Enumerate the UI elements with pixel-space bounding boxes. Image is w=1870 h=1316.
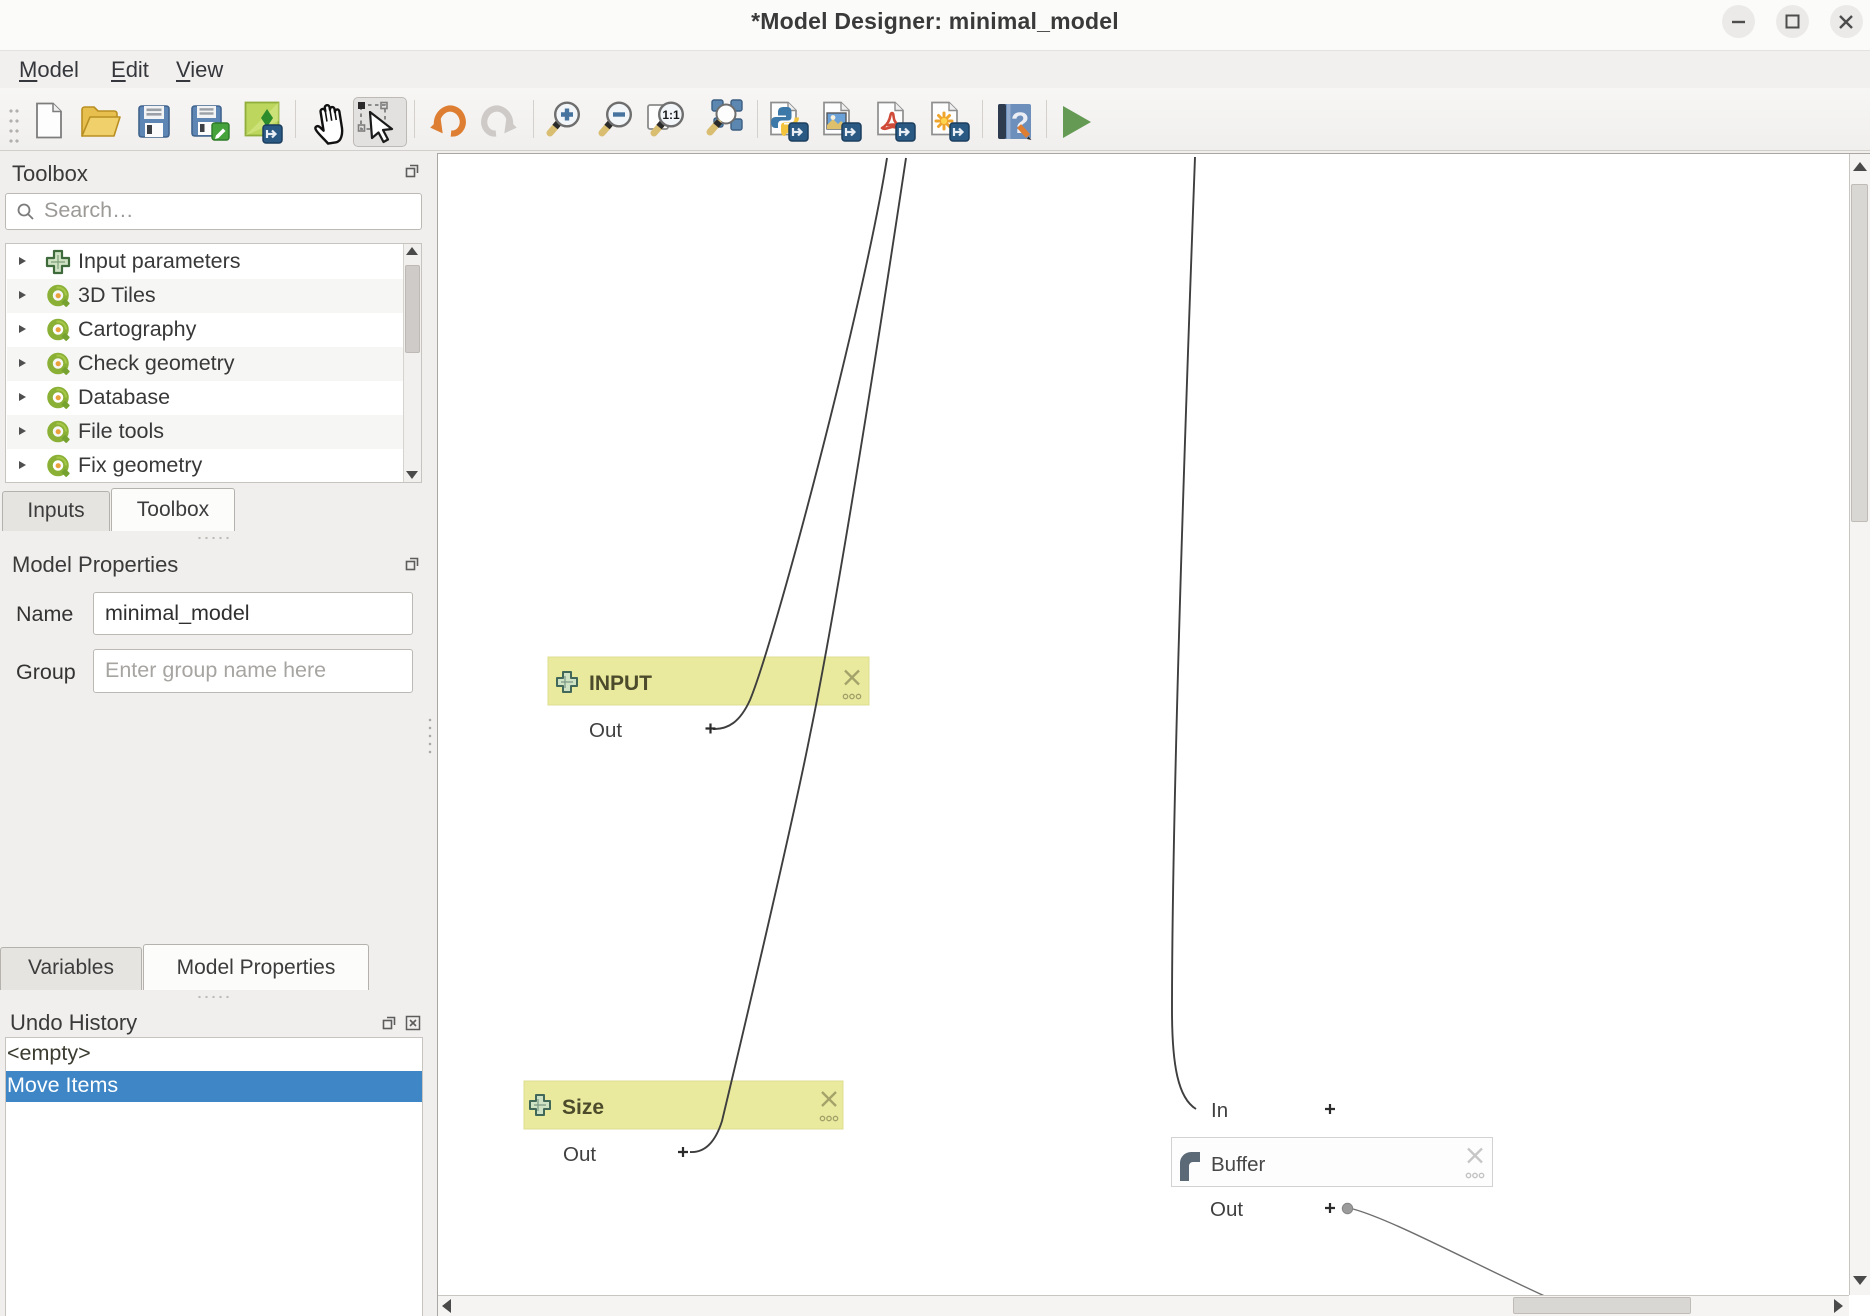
- svg-text:INPUT: INPUT: [589, 672, 652, 695]
- svg-text:1:1: 1:1: [662, 108, 680, 122]
- svg-text:Size: Size: [562, 1096, 604, 1119]
- svg-text:Out: Out: [589, 719, 622, 742]
- svg-text:Buffer: Buffer: [1211, 1153, 1265, 1176]
- svg-text:Out: Out: [1210, 1198, 1243, 1221]
- svg-text:In: In: [1211, 1099, 1228, 1122]
- svg-text:Out: Out: [563, 1143, 596, 1166]
